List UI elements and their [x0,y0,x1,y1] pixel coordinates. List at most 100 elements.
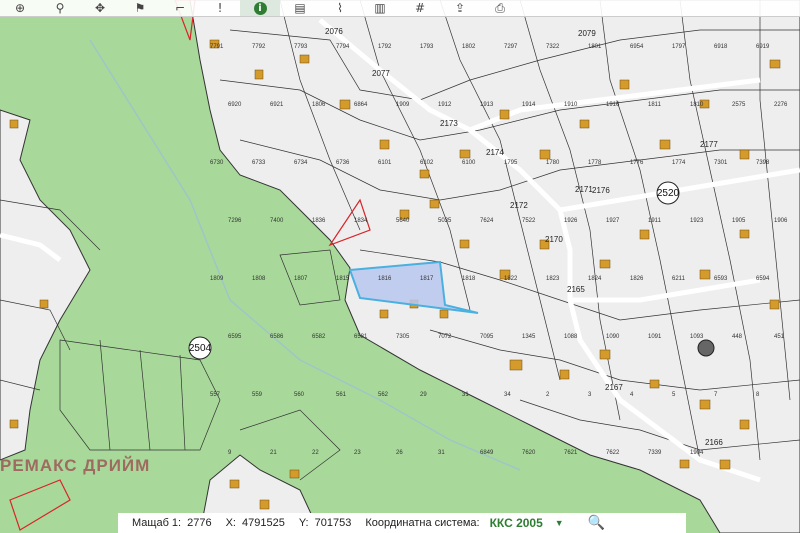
street-label: 2167 [605,383,623,392]
parcel-label: 26 [396,450,403,456]
parcel-label: 31 [438,450,445,456]
parcel-label: 1816 [378,276,392,282]
parcel-label: 31 [462,392,469,398]
parcel-label: 1795 [504,160,518,166]
zoom-in-icon[interactable]: ⊕ [0,0,40,16]
parcel-label: 1822 [504,276,518,282]
parcel-label: 1826 [630,276,644,282]
parcel-label: 6581 [354,334,368,340]
region-label: 2520 [657,188,680,199]
parcel-label: 1818 [462,276,476,282]
parcel-label: 22 [312,450,319,456]
parcel-label: 6102 [420,160,434,166]
parcel-label: 1776 [630,160,644,166]
street-label: 2177 [700,140,718,149]
measure-info-icon[interactable]: ! [200,0,240,16]
parcel-label: 5035 [438,218,452,224]
crs-select[interactable]: ККС 2005 [490,516,543,530]
parcel-label: 6736 [336,160,350,166]
street-label: 2077 [372,69,390,78]
parcel-label: 6101 [378,160,392,166]
parcel-label: 1774 [672,160,686,166]
parcel-label: 1914 [522,102,536,108]
cadastral-map[interactable]: 25042520 2076207721732174217121722170217… [0,0,800,533]
pan-icon[interactable]: ✥ [80,0,120,16]
search-zoom-icon[interactable]: ⚲ [40,0,80,16]
parcel-label: 6594 [756,276,770,282]
parcel-label: 7297 [504,44,518,50]
parcel-label: 1806 [312,102,326,108]
parcel-label: 6595 [228,334,242,340]
parcel-label: 1910 [564,102,578,108]
crs-label: Координатна система: [365,517,480,529]
parcel-label: 1906 [774,218,788,224]
watermark-text: РЕМАКС ДРИЙМ [0,456,151,475]
parcel-label: 7072 [438,334,452,340]
street-label: 2166 [705,438,723,447]
parcel-label: 559 [252,392,263,398]
parcel-label: 1815 [336,276,350,282]
measure-area-icon[interactable]: ⌐ [160,0,200,16]
parcel-label: 6733 [252,160,266,166]
parcel-label: 1911 [648,218,662,224]
parcel-label: 6734 [294,160,308,166]
parcel-label: 451 [774,334,785,340]
location-pin-icon[interactable]: ⚑ [120,0,160,16]
parcel-label: 7296 [228,218,242,224]
region-label: 2504 [189,343,212,354]
parcel-label: 1909 [396,102,410,108]
parcel-label: 1927 [606,218,620,224]
parcel-label: 557 [210,392,221,398]
parcel-label: 7398 [756,160,770,166]
chevron-down-icon[interactable]: ▼ [555,518,564,528]
parcel-label: 7621 [564,450,578,456]
parcel-label: 7792 [252,44,266,50]
parcel-label: 6582 [312,334,326,340]
parcel-label: 6100 [462,160,476,166]
route-icon[interactable]: ⌇ [320,0,360,16]
scale-value: 2776 [187,517,212,529]
upload-icon[interactable]: ⇪ [440,0,480,16]
parcel-label: 7622 [606,450,620,456]
parcel-label: 1810 [690,102,704,108]
map-layers-icon[interactable]: ▥ [360,0,400,16]
parcel-label: 6954 [630,44,644,50]
ruler-icon[interactable]: ▤ [280,0,320,16]
print-icon[interactable]: ⎙ [480,0,520,16]
parcel-label: 1811 [648,102,662,108]
scale-label: Мащаб 1: [132,517,182,529]
parcel-label: 7305 [396,334,410,340]
parcel-label: 1817 [420,276,434,282]
parcel-label: 7522 [522,218,536,224]
parcel-label: 562 [378,392,389,398]
parcel-label: 6920 [228,102,242,108]
grid-icon[interactable]: # [400,0,440,16]
parcel-label: 1793 [420,44,434,50]
parcel-label: 6918 [714,44,728,50]
street-label: 2173 [440,119,458,128]
parcel-label: 1802 [462,44,476,50]
street-label: 2174 [486,148,504,157]
map-toolbar: ⊕ ⚲ ✥ ⚑ ⌐! i ▤ ⌇ ▥ # ⇪ ⎙ [0,0,800,17]
info-icon[interactable]: i [240,0,280,16]
parcel-label: 1792 [378,44,392,50]
parcel-label: 2276 [774,102,788,108]
parcel-label: 1780 [546,160,560,166]
parcel-label: 1797 [672,44,686,50]
parcel-label: 34 [504,392,511,398]
parcel-label: 1091 [648,334,662,340]
parcel-label: 1801 [588,44,602,50]
street-label: 2165 [567,285,585,294]
parcel-label: 1926 [564,218,578,224]
parcel-label: 7620 [522,450,536,456]
parcel-label: 6586 [270,334,284,340]
street-label: 2172 [510,201,528,210]
search-icon[interactable]: 🔍 [588,515,605,531]
parcel-label: 7793 [294,44,308,50]
parcel-label: 1778 [588,160,602,166]
street-label: 2171 [575,185,593,194]
parcel-label: 1823 [546,276,560,282]
parcel-label: 448 [732,334,743,340]
parcel-label: 7791 [210,44,224,50]
parcel-label: 1809 [210,276,224,282]
